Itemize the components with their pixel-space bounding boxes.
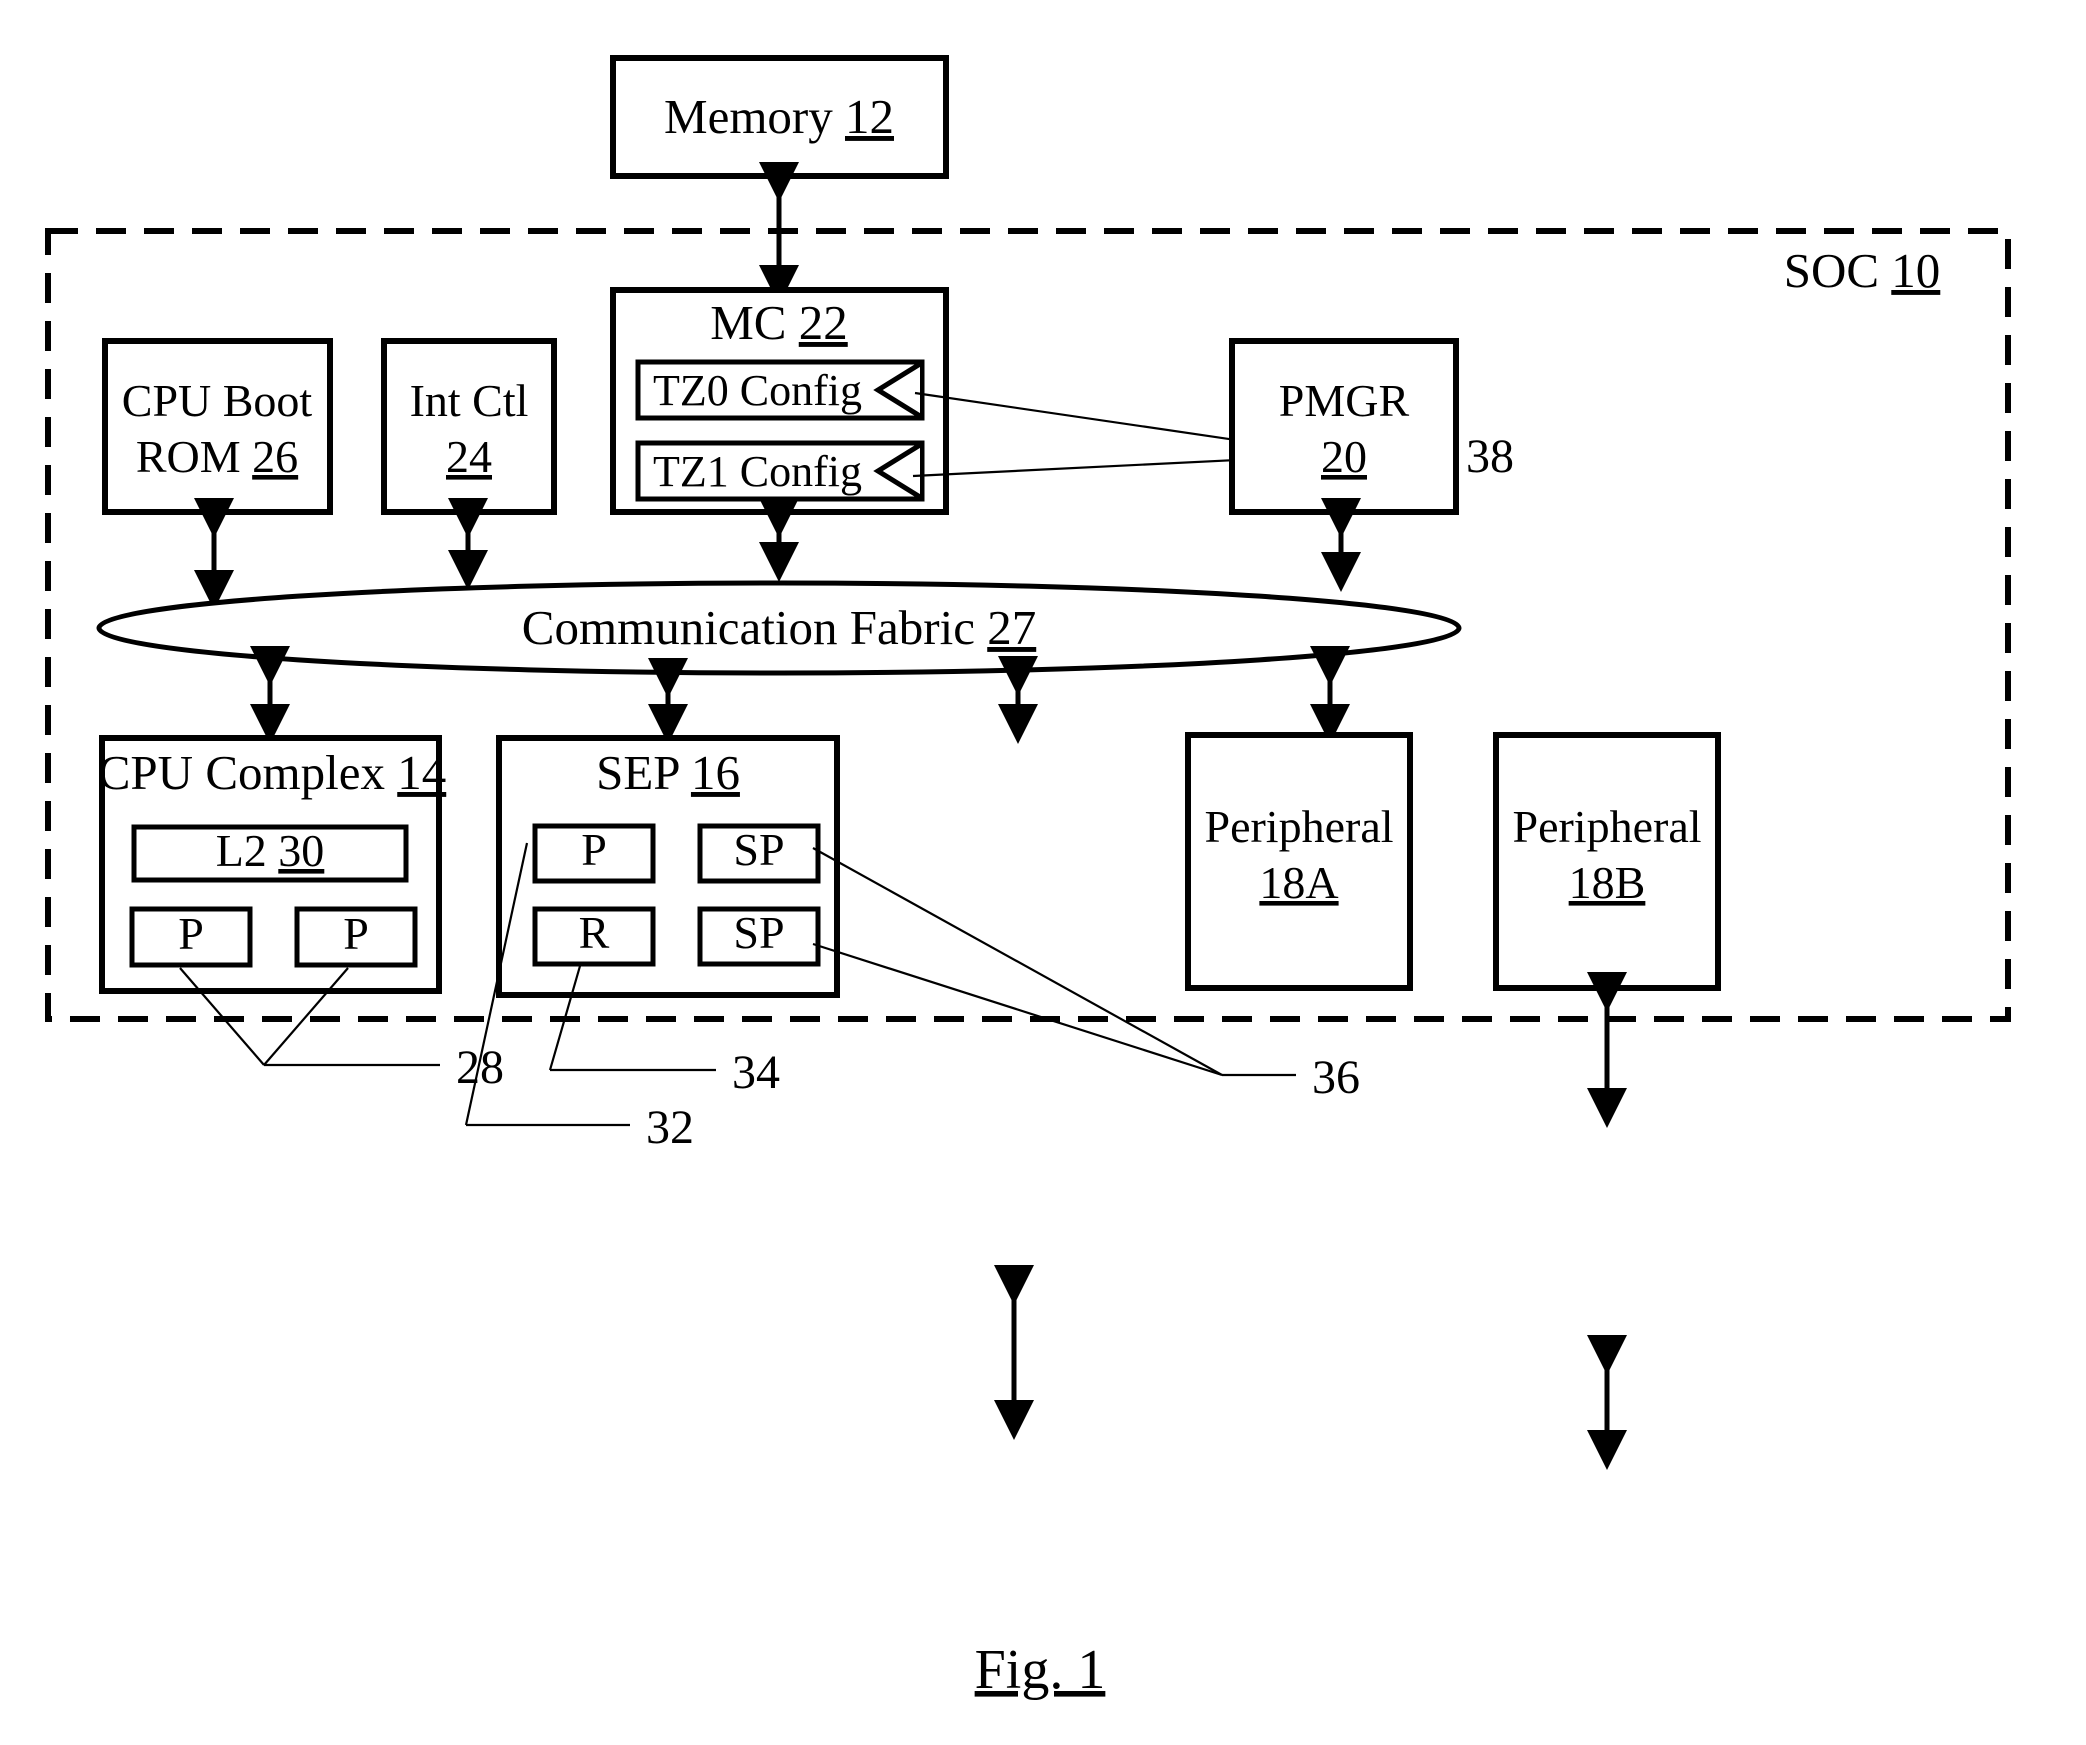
block-tz1-config-label: TZ1 Config [653, 447, 862, 496]
cpu-boot-rom-text: ROM [136, 431, 241, 482]
callout-36-leader-a [812, 847, 1223, 1076]
block-peripheral-a-ref: 18A [1259, 857, 1338, 908]
block-sep-p-label: P [581, 824, 607, 875]
block-peripheral-b-label-line1: Peripheral [1512, 801, 1701, 852]
mc-label-text: MC [710, 295, 786, 350]
cpu-boot-rom-ref: 26 [252, 431, 298, 482]
soc-boundary-label: SOC 10 [1784, 243, 1941, 298]
block-int-ctl[interactable] [381, 338, 557, 515]
fabric-label-text: Communication Fabric [522, 600, 975, 655]
memory-label-ref: 12 [845, 89, 894, 144]
cpu-complex-label-text: CPU Complex [98, 745, 385, 800]
callout-38-label: 38 [1466, 430, 1514, 483]
fabric-label-ref: 27 [987, 600, 1036, 655]
block-int-ctl-label-line1: Int Ctl [410, 375, 529, 426]
block-cpu-p-left-label: P [178, 908, 204, 959]
block-pmgr-ref: 20 [1321, 431, 1367, 482]
callout-28-label: 28 [456, 1041, 504, 1094]
cpu-complex-label-ref: 14 [397, 745, 446, 800]
block-cpu-complex-label: CPU Complex 14 [98, 745, 446, 800]
memory-label-text: Memory [664, 89, 833, 144]
soc-label-ref: 10 [1891, 243, 1940, 298]
callout-32-label: 32 [646, 1101, 694, 1154]
block-cpu-p-right-label: P [343, 908, 369, 959]
block-peripheral-b-ref: 18B [1569, 857, 1646, 908]
block-cpu-boot-rom[interactable] [102, 338, 333, 515]
soc-block-diagram: SOC 10 Memory 12 MC 22 TZ0 Config TZ1 Co… [45, 55, 2011, 1701]
block-sep-sp-bottom-label: SP [733, 907, 784, 958]
figure-caption: Fig. 1 [975, 1639, 1106, 1701]
callout-36-leader-b [812, 942, 1223, 1077]
block-cpu-boot-rom-label-line1: CPU Boot [122, 375, 313, 426]
block-int-ctl-ref: 24 [446, 431, 492, 482]
block-pmgr-label-line1: PMGR [1279, 375, 1410, 426]
block-sep-r-label: R [579, 907, 610, 958]
mc-label-ref: 22 [799, 295, 848, 350]
l2-label-ref: 30 [278, 825, 324, 876]
block-pmgr[interactable] [1229, 338, 1459, 515]
block-memory-label: Memory 12 [664, 89, 894, 144]
sep-label-ref: 16 [691, 745, 740, 800]
block-communication-fabric-label: Communication Fabric 27 [522, 600, 1036, 655]
block-sep-sp-top-label: SP [733, 824, 784, 875]
block-l2-cache-label: L2 30 [216, 825, 325, 876]
patent-figure-page: SOC 10 Memory 12 MC 22 TZ0 Config TZ1 Co… [0, 0, 2086, 1745]
callout-34-label: 34 [732, 1046, 780, 1099]
block-peripheral-a-label-line1: Peripheral [1204, 801, 1393, 852]
sep-label-text: SEP [596, 745, 679, 800]
block-sep-label: SEP 16 [596, 745, 740, 800]
callout-36-label: 36 [1312, 1051, 1360, 1104]
block-cpu-boot-rom-label-line2: ROM 26 [136, 431, 298, 482]
block-tz0-config-label: TZ0 Config [653, 366, 862, 415]
l2-label-text: L2 [216, 825, 267, 876]
block-mc-label: MC 22 [710, 295, 848, 350]
soc-label-text: SOC [1784, 243, 1879, 298]
